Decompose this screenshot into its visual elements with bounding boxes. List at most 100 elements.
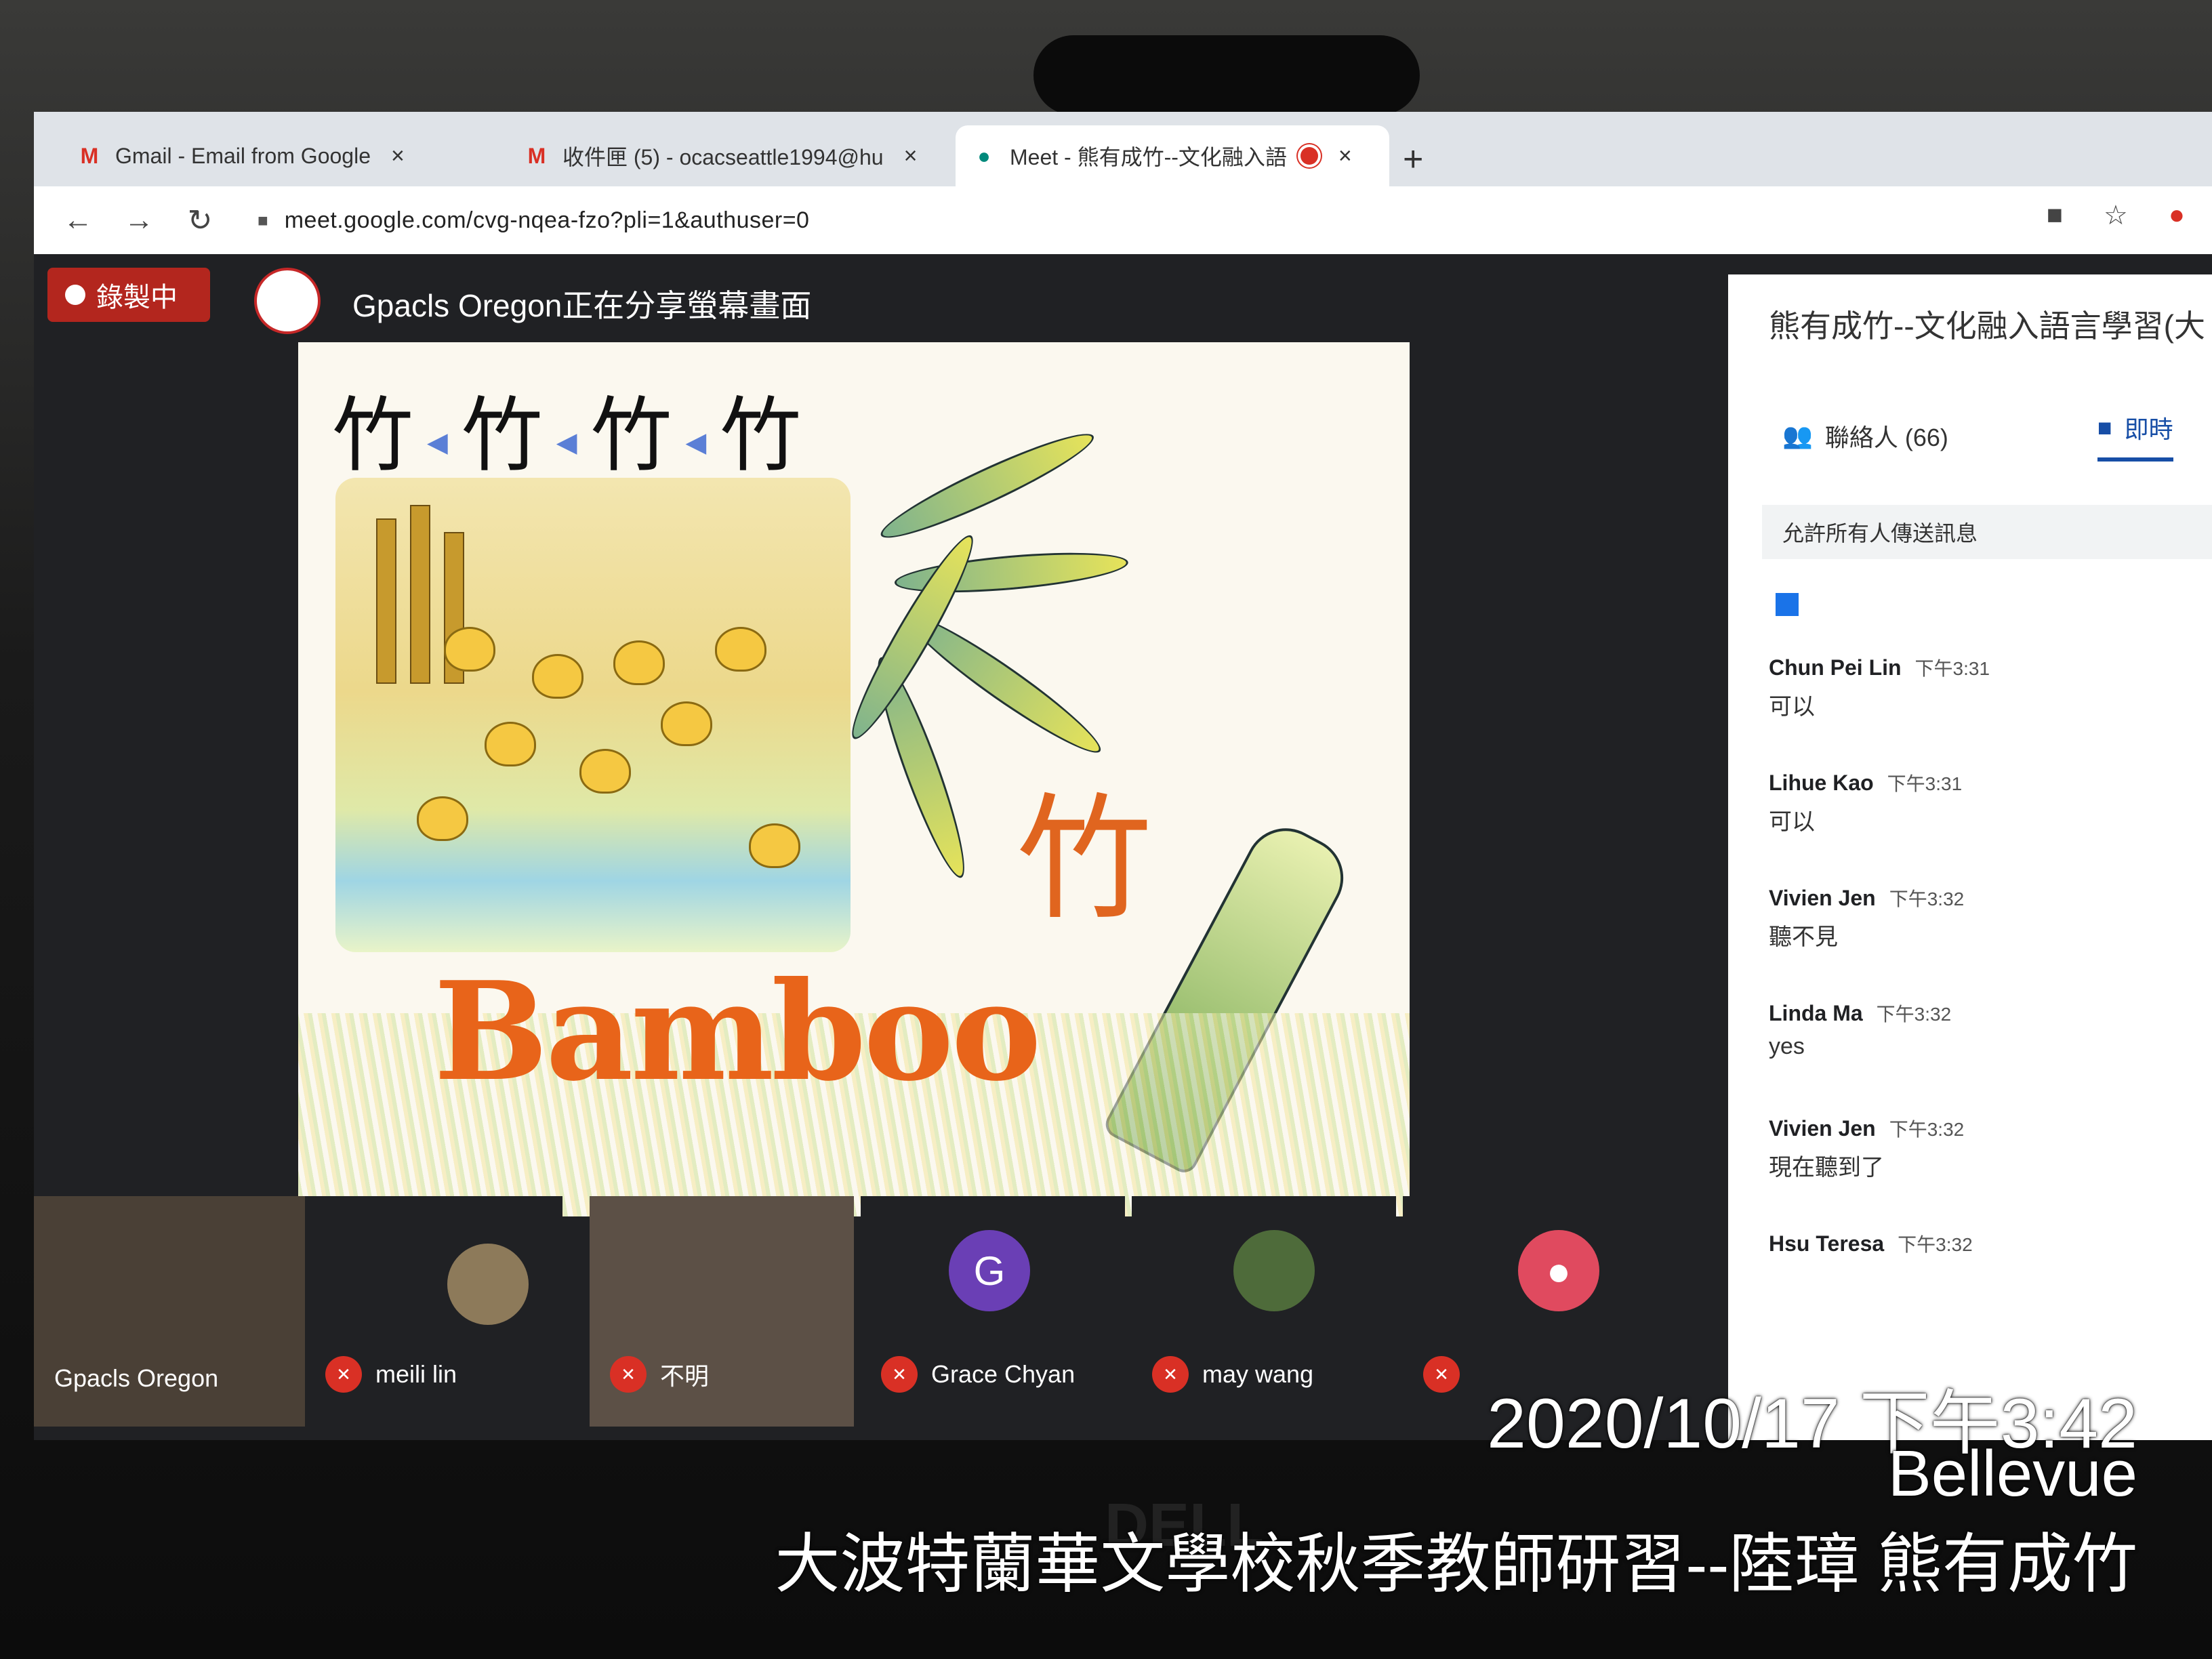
participant-tile[interactable]: Gpacls Oregon: [34, 1196, 305, 1427]
people-icon: 👥: [1782, 422, 1813, 449]
participant-name: ✕ 不明: [610, 1356, 709, 1393]
url-field[interactable]: meet.google.com/cvg-nqea-fzo?pli=1&authu…: [285, 207, 810, 234]
gmail-icon: M: [80, 143, 99, 168]
message-text: 現在聽到了: [1769, 1155, 1884, 1181]
participant-name-label: 不明: [660, 1362, 710, 1390]
message-sender: Lihue Kao: [1769, 771, 1874, 795]
character-evolution: 竹 ◀ 竹 ◀ 竹 ◀ 竹: [332, 369, 801, 487]
duckling: [444, 627, 495, 672]
evolution-char: 竹: [590, 389, 672, 483]
duckling: [661, 701, 712, 746]
address-bar: ← → ↻ ■ meet.google.com/cvg-nqea-fzo?pli…: [34, 186, 2212, 254]
tab-label: Meet - 熊有成竹--文化融入語: [1010, 145, 1287, 169]
back-arrow-icon[interactable]: ←: [61, 203, 95, 237]
participant-tile[interactable]: G ✕ Grace Chyan: [861, 1196, 1125, 1427]
participant-name-label: Gpacls Oregon: [54, 1364, 219, 1392]
chat-message: Lihue Kao 下午3:31 可以: [1769, 769, 2212, 884]
avatar: [1233, 1230, 1315, 1311]
message-text: yes: [1769, 1033, 1805, 1059]
mic-off-icon: ✕: [881, 1356, 918, 1393]
message-time: 下午3:32: [1876, 1004, 1952, 1025]
mic-off-icon: ✕: [325, 1356, 362, 1393]
tab-people[interactable]: 👥 聯絡人 (66): [1782, 410, 1948, 462]
star-icon[interactable]: ☆: [2104, 200, 2128, 231]
mic-off-icon: ✕: [1152, 1356, 1189, 1393]
chat-panel: 熊有成竹--文化融入語言學習(大 👥 聯絡人 (66) ■ 即時 允許所有人傳送…: [1728, 274, 2212, 1440]
forward-arrow-icon[interactable]: →: [122, 203, 156, 237]
participant-tile[interactable]: ✕ 不明: [590, 1196, 854, 1427]
presenting-banner: Gpacls Oregon正在分享螢幕畫面: [352, 288, 812, 323]
participant-name-label: may wang: [1202, 1360, 1314, 1388]
browser-tab-bar: M Gmail - Email from Google × M 收件匣 (5) …: [34, 112, 2212, 186]
mic-off-icon: ✕: [1423, 1356, 1460, 1393]
chat-message: Chun Pei Lin 下午3:31 可以: [1769, 654, 2212, 769]
close-icon[interactable]: ×: [904, 143, 918, 169]
duckling: [715, 627, 766, 672]
new-tab-button[interactable]: +: [1403, 139, 1423, 180]
panel-tabs: 👥 聯絡人 (66) ■ 即時: [1782, 410, 2173, 462]
evolution-char: 竹: [720, 389, 802, 483]
duckling: [417, 796, 468, 841]
chat-message: Linda Ma 下午3:32 yes: [1769, 1000, 2212, 1115]
mic-off-icon: ✕: [610, 1356, 647, 1393]
message-time: 下午3:32: [1889, 888, 1965, 909]
recording-badge: 錄製中: [47, 268, 210, 322]
extension-icon[interactable]: ●: [2169, 200, 2185, 231]
avatar-initial: G: [973, 1248, 1006, 1294]
gmail-icon: M: [527, 143, 546, 168]
meet-icon: ●: [977, 143, 991, 168]
duckling: [613, 640, 665, 685]
message-text: 可以: [1769, 809, 1815, 835]
message-time: 下午3:32: [1889, 1119, 1965, 1140]
tab-label: Gmail - Email from Google: [115, 143, 371, 168]
message-sender: Chun Pei Lin: [1769, 655, 1902, 680]
allow-messages-toggle[interactable]: 允許所有人傳送訊息: [1762, 505, 2212, 559]
participant-name-label: meili lin: [375, 1360, 457, 1388]
participant-tile[interactable]: ✕ meili lin: [305, 1196, 562, 1427]
record-dot-icon: [65, 285, 85, 305]
message-time: 下午3:31: [1914, 658, 1990, 679]
bamboo-stalk: [410, 505, 430, 684]
arrow-icon: ◀: [427, 426, 448, 458]
tab-inbox[interactable]: M 收件匣 (5) - ocacseattle1994@hu ×: [508, 125, 942, 186]
message-sender: Linda Ma: [1769, 1001, 1863, 1025]
message-sender: Vivien Jen: [1769, 886, 1876, 910]
tab-meet[interactable]: ● Meet - 熊有成竹--文化融入語 ×: [956, 125, 1389, 186]
message-sender: Hsu Teresa: [1769, 1231, 1885, 1256]
chat-messages: Chun Pei Lin 下午3:31 可以 Lihue Kao 下午3:31 可以…: [1769, 654, 2212, 1345]
recording-icon: [1300, 147, 1318, 165]
arrow-icon: ◀: [685, 426, 707, 458]
participant-name: Gpacls Oregon: [54, 1364, 218, 1393]
tab-gmail[interactable]: M Gmail - Email from Google ×: [61, 125, 495, 186]
message-time: 下午3:32: [1898, 1234, 1973, 1255]
message-text: 可以: [1769, 694, 1815, 720]
duckling: [532, 654, 583, 699]
close-icon[interactable]: ×: [391, 143, 405, 169]
tab-chat[interactable]: ■ 即時: [2097, 410, 2173, 462]
chat-message: Vivien Jen 下午3:32 現在聽到了: [1769, 1115, 2212, 1230]
bamboo-leaf: [874, 421, 1101, 551]
chat-message: Vivien Jen 下午3:32 聽不見: [1769, 884, 2212, 1000]
participant-name-label: Grace Chyan: [931, 1360, 1076, 1388]
photo-location: Bellevue: [1887, 1437, 2137, 1510]
meeting-title: 熊有成竹--文化融入語言學習(大: [1769, 308, 2205, 344]
reload-icon[interactable]: ↻: [183, 203, 217, 238]
presenter-logo: [254, 268, 321, 334]
avatar: G: [949, 1230, 1030, 1311]
message-sender: Vivien Jen: [1769, 1116, 1876, 1141]
chat-message: Hsu Teresa 下午3:32: [1769, 1230, 2212, 1345]
slide-word: Bamboo: [434, 952, 1042, 1111]
slide-character: 竹: [1017, 781, 1153, 939]
shared-slide: 竹 ◀ 竹 ◀ 竹 ◀ 竹 竹 Bamboo: [298, 342, 1410, 1216]
camera-icon[interactable]: ■: [2047, 200, 2063, 231]
participant-tile[interactable]: ✕ may wang: [1132, 1196, 1396, 1427]
duckling: [485, 722, 536, 766]
close-icon[interactable]: ×: [1338, 143, 1352, 169]
tab-people-label: 聯絡人 (66): [1824, 424, 1948, 451]
avatar: [447, 1244, 529, 1325]
duckling: [749, 823, 800, 868]
duck-illustration: [335, 478, 851, 952]
photo-caption: 大波特蘭華文學校秋季教師研習--陸璋 熊有成竹: [775, 1528, 2137, 1601]
evolution-char: 竹: [332, 389, 413, 483]
bamboo-stalk: [376, 518, 396, 684]
